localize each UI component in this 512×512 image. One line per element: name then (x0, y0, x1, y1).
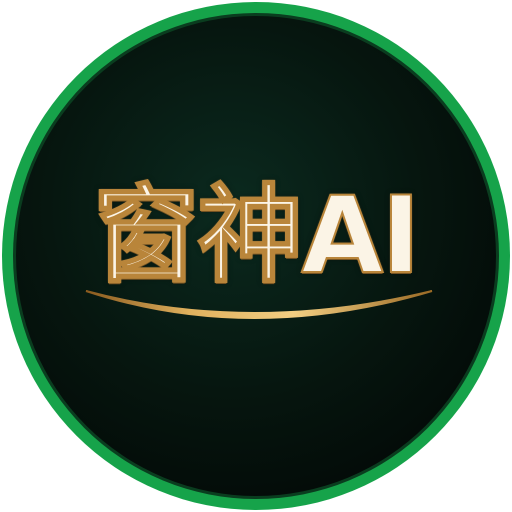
logo-badge: 窗神AI (0, 0, 512, 512)
brand-wordmark: 窗神AI (92, 174, 421, 297)
